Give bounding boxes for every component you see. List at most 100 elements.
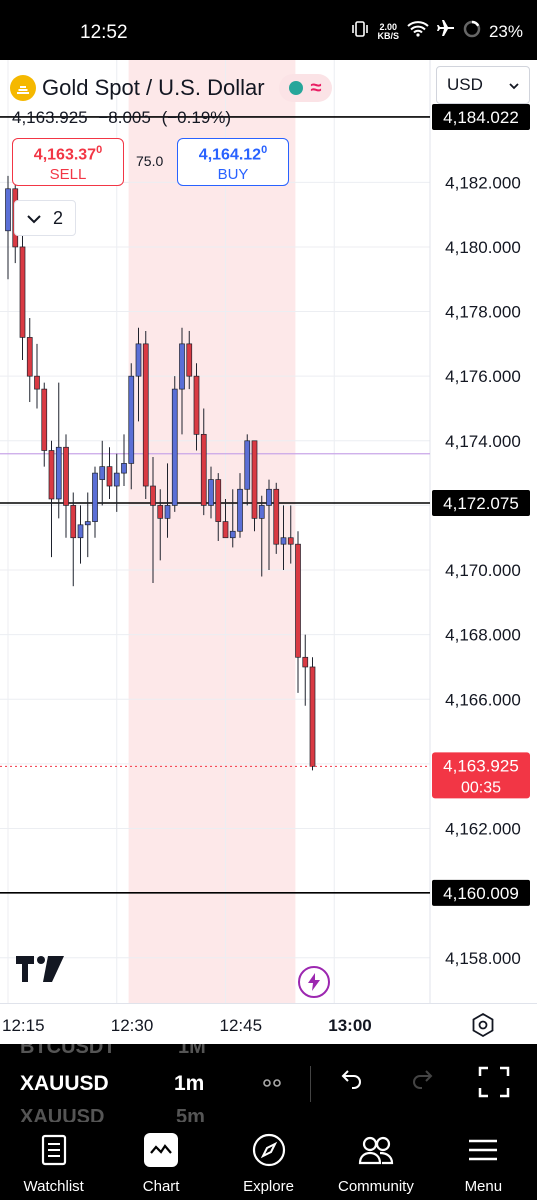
candle-body [186, 343, 193, 377]
candle-body [215, 479, 222, 522]
buy-button[interactable]: 4,164.120 BUY [177, 138, 289, 186]
redo-icon[interactable] [410, 1068, 436, 1099]
candle-body [273, 488, 280, 545]
ghost-interval-below: 5m [176, 1106, 205, 1122]
sell-label: SELL [49, 166, 87, 184]
price-tick-label: 4,182.000 [445, 173, 521, 192]
nav-watchlist-label: Watchlist [23, 1178, 84, 1195]
nav-menu[interactable]: Menu [430, 1122, 537, 1200]
candle-body [222, 521, 229, 539]
interval-value[interactable]: 1m [174, 1072, 204, 1096]
last-price-label: 4,163.925 [443, 756, 519, 775]
hexagon-settings-icon[interactable] [470, 1012, 496, 1043]
candle-body [26, 337, 33, 377]
watchlist-icon [41, 1132, 67, 1168]
price-tick-label: 4,166.000 [445, 690, 521, 709]
ghost-interval-above: 1M [178, 1044, 206, 1058]
quote-row: 4,163.925 −8.005 (−0.19%) [12, 108, 237, 128]
price-tick-label: 4,158.000 [445, 949, 521, 968]
candle-body [244, 440, 251, 490]
candle-body [48, 450, 55, 500]
nav-chart-label: Chart [142, 1178, 180, 1195]
market-open-dot-icon [288, 81, 303, 95]
price-chart[interactable]: 4,182.000 4,180.000 4,178.000 4,176.000 4,17… [0, 60, 537, 1003]
lightning-icon[interactable] [298, 966, 330, 998]
candle-body [55, 446, 62, 500]
candle-body [41, 388, 48, 451]
wifi-icon [407, 21, 429, 42]
candle-body [135, 343, 142, 377]
candle-body [92, 472, 98, 522]
symbol-name[interactable]: XAUUSD [20, 1072, 109, 1096]
candle-body [70, 505, 77, 539]
candle-body [251, 440, 258, 519]
chart-area[interactable]: 4,182.000 4,180.000 4,178.000 4,176.000 4,17… [0, 60, 537, 1044]
tradingview-logo-icon [16, 956, 64, 987]
candle-body [229, 530, 236, 539]
battery-percent: 23% [488, 21, 523, 41]
airplane-icon [436, 20, 455, 43]
candle-body [128, 375, 135, 464]
time-tick-label: 13:00 [328, 1016, 372, 1035]
sell-price: 4,163.370 [33, 144, 103, 164]
more-options-icon[interactable] [262, 1073, 284, 1094]
candle-body [302, 656, 309, 668]
price-tick-label: 4,162.000 [445, 820, 521, 839]
price-tick-label: 4,178.000 [445, 303, 521, 322]
candle-body [142, 343, 149, 487]
currency-value: USD [447, 75, 483, 94]
candle-body [99, 466, 106, 480]
level-price-label: 4,172.075 [443, 494, 519, 513]
last-price: 4,163.925 [12, 108, 88, 127]
market-status-pill[interactable]: ≈ [278, 74, 332, 102]
candle-body [106, 466, 113, 487]
chart-icon [144, 1133, 179, 1167]
buy-price: 4,164.120 [198, 144, 268, 164]
candle-body [295, 543, 301, 658]
nav-chart[interactable]: Chart [107, 1122, 214, 1200]
candle-body [63, 446, 69, 506]
candle-body [77, 524, 84, 539]
symbol-toolbar[interactable]: BTCUSDT 1M XAUUSD 1m XAUUSD 5m [0, 1044, 537, 1122]
time-tick-label: 12:30 [110, 1016, 154, 1035]
nav-explore-label: Explore [243, 1178, 294, 1195]
chevron-down-icon [27, 208, 41, 229]
candle-body [5, 188, 11, 232]
candle-body [34, 375, 40, 390]
candle-body [280, 537, 287, 545]
ghost-symbol-above: BTCUSDT [20, 1044, 116, 1058]
sell-button[interactable]: 4,163.370 SELL [12, 138, 124, 186]
candle-body [157, 505, 164, 519]
price-tick-label: 4,176.000 [445, 367, 521, 386]
symbol-title[interactable]: Gold Spot / U.S. Dollar [42, 75, 265, 101]
price-tick-label: 4,174.000 [445, 432, 521, 451]
currency-select[interactable]: USD [436, 66, 530, 104]
candle-body [113, 472, 120, 487]
candle-body [237, 488, 243, 532]
symbol-header[interactable]: Gold Spot / U.S. Dollar ≈ [10, 74, 332, 102]
bar-countdown-label: 00:35 [461, 779, 501, 796]
indicators-count: 2 [52, 207, 63, 228]
nav-explore[interactable]: Explore [215, 1122, 322, 1200]
nav-community[interactable]: Community [322, 1122, 429, 1200]
vibrate-icon [351, 21, 369, 42]
candle-body [309, 666, 316, 767]
price-change-pct: (−0.19%) [161, 108, 232, 127]
time-tick-label: 12:45 [219, 1016, 263, 1035]
candle-body [171, 388, 178, 506]
candle-body [179, 343, 185, 390]
undo-icon[interactable] [338, 1068, 364, 1099]
toolbar-divider [310, 1066, 311, 1102]
nav-watchlist[interactable]: Watchlist [0, 1122, 107, 1200]
level-price-label: 4,184.022 [443, 108, 519, 127]
time-tick-label: 12:15 [2, 1016, 45, 1035]
candle-body [84, 521, 91, 526]
ghost-symbol-below: XAUUSD [20, 1106, 105, 1122]
candle-body [121, 463, 127, 474]
nav-menu-label: Menu [464, 1178, 503, 1195]
fullscreen-icon[interactable] [478, 1066, 510, 1103]
time-axis[interactable]: 12:15 12:30 12:45 13:00 [0, 1003, 537, 1044]
buy-label: BUY [217, 166, 249, 184]
indicators-toggle[interactable]: 2 [14, 200, 76, 236]
candle-body [208, 479, 214, 506]
